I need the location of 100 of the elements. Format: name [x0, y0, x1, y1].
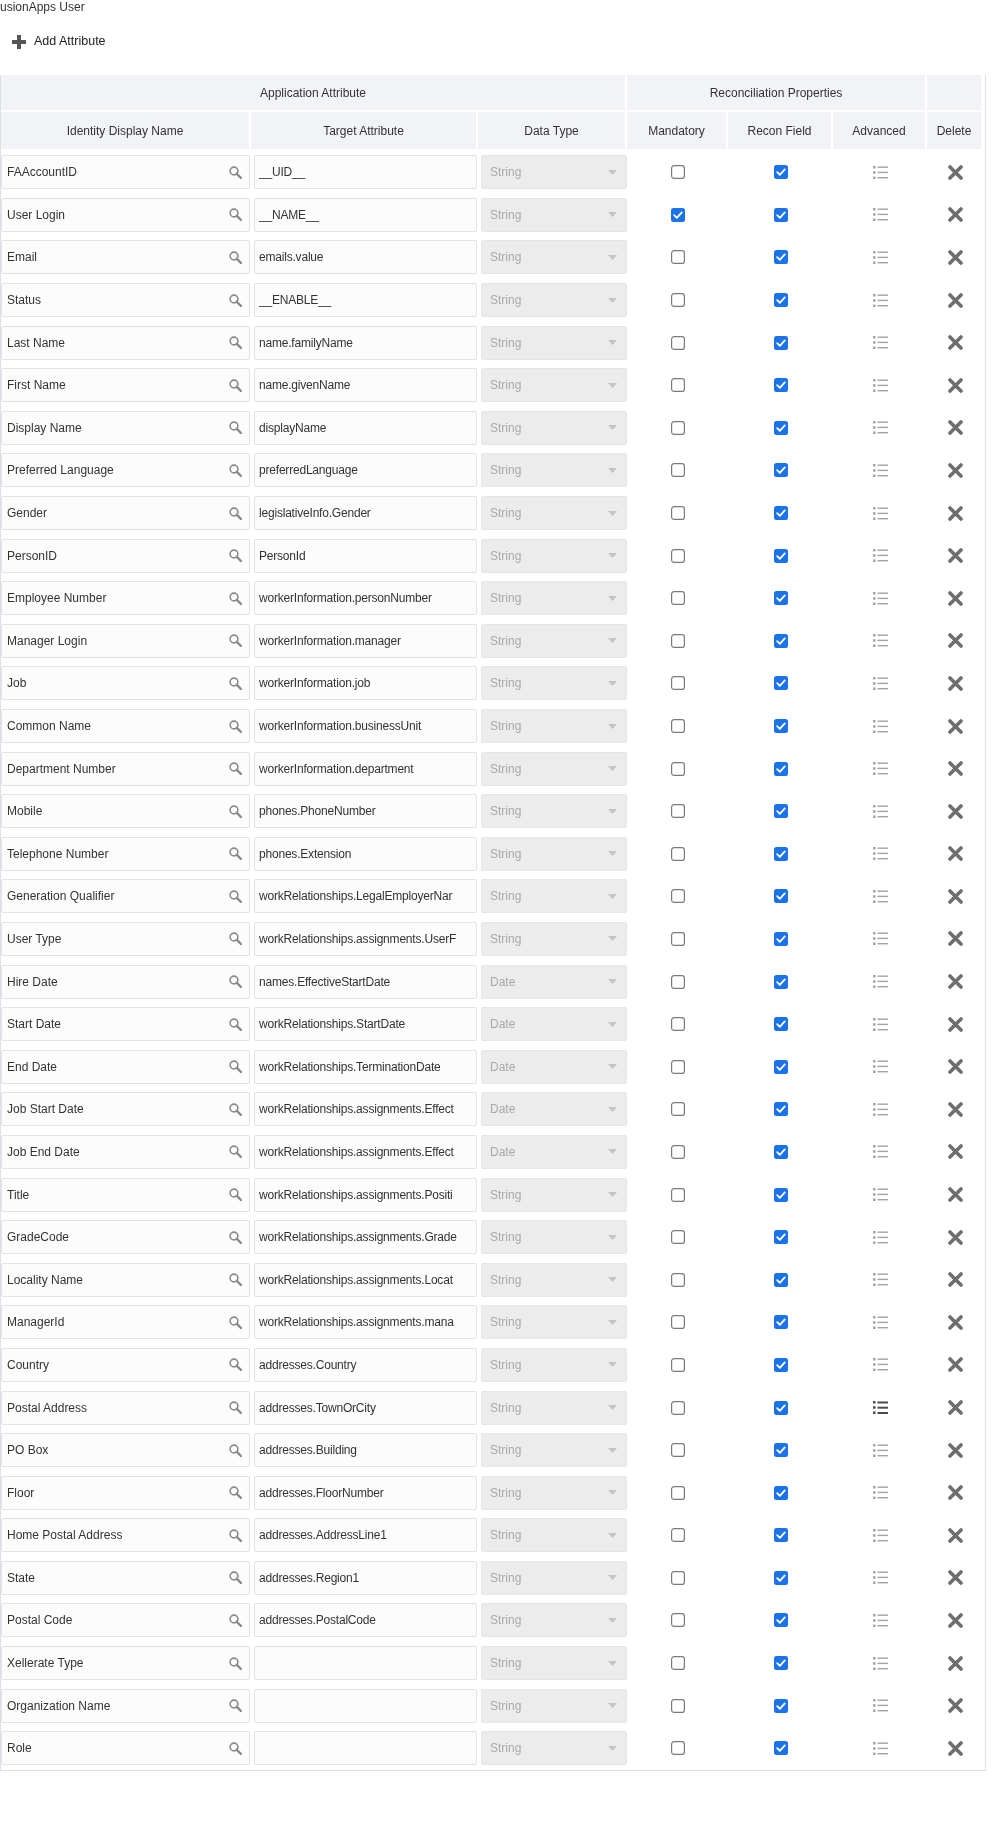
display-name-field[interactable]: Employee Number	[1, 581, 250, 616]
display-name-field[interactable]: Job	[1, 666, 250, 701]
target-attribute-field[interactable]: workRelationships.TerminationDate	[254, 1049, 477, 1084]
cross-icon[interactable]	[947, 1016, 963, 1032]
display-name-field[interactable]: Organization Name	[1, 1688, 250, 1723]
target-attribute-field[interactable]: preferredLanguage	[254, 453, 477, 488]
mandatory-checkbox[interactable]	[670, 1570, 685, 1585]
cross-icon[interactable]	[947, 548, 963, 564]
target-attribute-field[interactable]: workRelationships.assignments.Grade	[254, 1220, 477, 1255]
search-icon[interactable]	[229, 1699, 242, 1713]
cross-icon[interactable]	[947, 1400, 963, 1415]
mandatory-checkbox[interactable]	[670, 719, 685, 733]
target-attribute-field[interactable]: workRelationships.assignments.Effect	[254, 1092, 477, 1127]
target-attribute-field[interactable]: workerInformation.personNumber	[254, 581, 477, 616]
recon-field-checkbox[interactable]	[773, 548, 788, 563]
target-attribute-field[interactable]: PersonId	[254, 538, 477, 573]
search-icon[interactable]	[229, 975, 242, 989]
cross-icon[interactable]	[947, 1613, 963, 1628]
target-attribute-field[interactable]: workRelationships.assignments.UserF	[254, 922, 477, 956]
cross-icon[interactable]	[947, 1229, 963, 1245]
cross-icon[interactable]	[947, 1698, 963, 1714]
mandatory-checkbox[interactable]	[670, 761, 685, 776]
mandatory-checkbox[interactable]	[670, 293, 685, 308]
recon-field-checkbox[interactable]	[773, 889, 788, 904]
cross-icon[interactable]	[947, 377, 963, 393]
mandatory-checkbox[interactable]	[670, 506, 685, 521]
cross-icon[interactable]	[947, 1144, 963, 1160]
display-name-field[interactable]: Last Name	[1, 325, 250, 360]
display-name-field[interactable]: Preferred Language	[1, 453, 250, 488]
search-icon[interactable]	[229, 1741, 242, 1755]
target-attribute-field[interactable]: __UID__	[254, 155, 477, 190]
display-name-field[interactable]: GradeCode	[1, 1220, 250, 1255]
search-icon[interactable]	[229, 1102, 242, 1116]
display-name-field[interactable]: Manager Login	[1, 623, 250, 658]
recon-field-checkbox[interactable]	[773, 1741, 788, 1756]
search-icon[interactable]	[229, 804, 242, 818]
target-attribute-field[interactable]: workerInformation.department	[254, 751, 477, 786]
mandatory-checkbox[interactable]	[670, 1613, 685, 1628]
recon-field-checkbox[interactable]	[773, 1144, 788, 1159]
search-icon[interactable]	[229, 549, 242, 563]
mandatory-checkbox[interactable]	[670, 1741, 685, 1756]
recon-field-checkbox[interactable]	[773, 463, 788, 478]
cross-icon[interactable]	[947, 803, 963, 819]
display-name-field[interactable]: Mobile	[1, 794, 250, 829]
target-attribute-field[interactable]: addresses.Region1	[254, 1560, 477, 1595]
target-attribute-field[interactable]: workerInformation.job	[254, 666, 477, 701]
mandatory-checkbox[interactable]	[670, 1443, 685, 1458]
recon-field-checkbox[interactable]	[773, 1570, 788, 1585]
search-icon[interactable]	[229, 378, 242, 392]
search-icon[interactable]	[229, 1656, 242, 1670]
mandatory-checkbox[interactable]	[670, 207, 685, 222]
search-icon[interactable]	[229, 676, 242, 690]
display-name-field[interactable]: Department Number	[1, 751, 250, 786]
recon-field-checkbox[interactable]	[773, 1656, 788, 1671]
display-name-field[interactable]: Hire Date	[1, 964, 250, 999]
search-icon[interactable]	[229, 165, 242, 179]
target-attribute-field[interactable]: phones.Extension	[254, 836, 477, 871]
display-name-field[interactable]: Postal Code	[1, 1603, 250, 1638]
search-icon[interactable]	[229, 1017, 242, 1031]
mandatory-checkbox[interactable]	[670, 1656, 685, 1671]
display-name-field[interactable]: PO Box	[1, 1433, 250, 1468]
display-name-field[interactable]: ManagerId	[1, 1305, 250, 1340]
recon-field-checkbox[interactable]	[773, 378, 788, 393]
mandatory-checkbox[interactable]	[670, 1187, 685, 1202]
search-icon[interactable]	[229, 1358, 242, 1372]
mandatory-checkbox[interactable]	[670, 633, 685, 648]
display-name-field[interactable]: First Name	[1, 368, 250, 403]
add-attribute-button[interactable]: Add Attribute	[12, 32, 106, 51]
search-icon[interactable]	[229, 1060, 242, 1074]
cross-icon[interactable]	[947, 1272, 963, 1288]
recon-field-checkbox[interactable]	[773, 1315, 788, 1330]
search-icon[interactable]	[229, 634, 242, 648]
display-name-field[interactable]: Display Name	[1, 410, 250, 445]
cross-icon[interactable]	[947, 761, 963, 777]
cross-icon[interactable]	[947, 974, 963, 990]
mandatory-checkbox[interactable]	[670, 591, 685, 606]
recon-field-checkbox[interactable]	[773, 207, 788, 222]
display-name-field[interactable]: User Type	[1, 922, 250, 956]
mandatory-checkbox[interactable]	[670, 463, 685, 478]
target-attribute-field[interactable]: addresses.PostalCode	[254, 1603, 477, 1638]
cross-icon[interactable]	[947, 675, 963, 691]
display-name-field[interactable]: Telephone Number	[1, 836, 250, 871]
cross-icon[interactable]	[947, 1314, 963, 1330]
recon-field-checkbox[interactable]	[773, 1187, 788, 1202]
mandatory-checkbox[interactable]	[670, 1230, 685, 1245]
target-attribute-field[interactable]	[254, 1646, 477, 1681]
recon-field-checkbox[interactable]	[773, 719, 788, 733]
mandatory-checkbox[interactable]	[670, 548, 685, 563]
mandatory-checkbox[interactable]	[670, 932, 685, 946]
target-attribute-field[interactable]	[254, 1731, 477, 1766]
display-name-field[interactable]: Start Date	[1, 1007, 250, 1042]
mandatory-checkbox[interactable]	[670, 1059, 685, 1074]
mandatory-checkbox[interactable]	[670, 250, 685, 265]
recon-field-checkbox[interactable]	[773, 1272, 788, 1287]
cross-icon[interactable]	[947, 1740, 963, 1756]
recon-field-checkbox[interactable]	[773, 1400, 788, 1415]
display-name-field[interactable]: Locality Name	[1, 1262, 250, 1297]
search-icon[interactable]	[229, 1486, 242, 1500]
search-icon[interactable]	[229, 1571, 242, 1585]
mandatory-checkbox[interactable]	[670, 335, 685, 350]
